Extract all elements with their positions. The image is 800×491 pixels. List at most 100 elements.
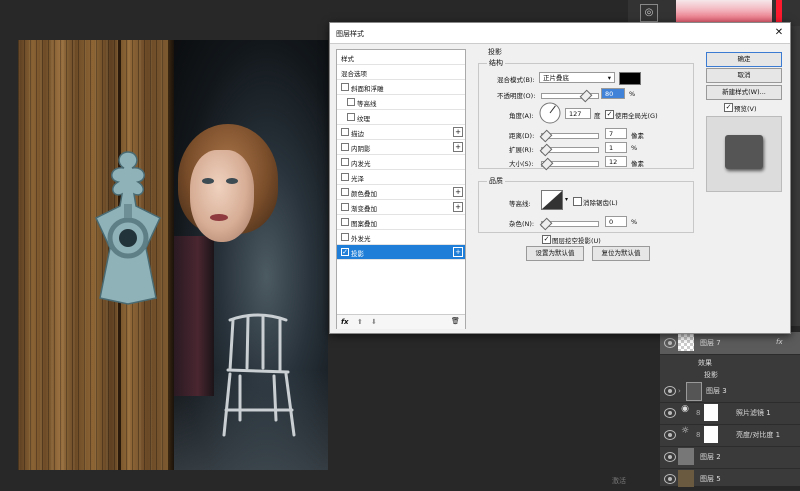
add-effect-plus-icon[interactable]: + [453, 127, 463, 137]
style-item-outer-glow[interactable]: 外发光 [337, 230, 465, 245]
layer-row[interactable]: ☼ 8 亮度/对比度 1 [660, 424, 800, 447]
style-checkbox-checked[interactable]: ✓ [341, 248, 349, 256]
knockout-checkbox[interactable]: ✓ [542, 235, 551, 244]
layer-row[interactable]: 图层 5 [660, 468, 800, 491]
style-item-inner-glow[interactable]: 内发光 [337, 155, 465, 170]
close-icon[interactable]: ✕ [772, 26, 786, 40]
add-effect-plus-icon[interactable]: + [453, 202, 463, 212]
chain-link-icon[interactable]: 8 [696, 409, 700, 417]
dialog-title: 图层样式 [336, 30, 364, 38]
preview-checkbox[interactable]: ✓ [724, 103, 733, 112]
chain-link-icon[interactable]: 8 [696, 431, 700, 439]
contour-dropdown-icon[interactable]: ▾ [565, 196, 568, 203]
add-effect-plus-icon[interactable]: + [453, 142, 463, 152]
distance-slider[interactable] [539, 129, 599, 143]
add-effect-plus-icon[interactable]: + [453, 187, 463, 197]
style-item-inner-shadow[interactable]: 内阴影 + [337, 140, 465, 155]
global-light-checkbox[interactable]: ✓ [605, 110, 614, 119]
style-item-styles[interactable]: 样式 [337, 50, 465, 65]
opacity-slider[interactable] [541, 89, 599, 103]
ok-button[interactable]: 确定 [706, 52, 782, 67]
visibility-eye-icon[interactable] [664, 430, 676, 440]
document-canvas[interactable] [18, 40, 328, 470]
layer-name: 图层 5 [700, 475, 721, 483]
distance-slider-knob[interactable] [539, 129, 553, 143]
layer-name: 照片滤镜 1 [736, 409, 771, 417]
style-checkbox[interactable] [341, 143, 349, 151]
preview-swatch [725, 135, 763, 169]
style-checkbox[interactable] [341, 218, 349, 226]
fx-icon[interactable]: fx [776, 338, 783, 346]
style-checkbox[interactable] [341, 233, 349, 241]
visibility-eye-icon[interactable] [664, 474, 676, 484]
style-checkbox[interactable] [347, 98, 355, 106]
spread-slider-knob[interactable] [539, 143, 553, 157]
angle-dial-icon[interactable] [539, 102, 561, 124]
layer-row[interactable]: › 图层 3 [660, 380, 800, 403]
style-checkbox[interactable] [341, 188, 349, 196]
noise-input[interactable]: 0 [605, 216, 627, 227]
section-heading: 投影 [488, 48, 502, 56]
style-item-pattern-overlay[interactable]: 图案叠加 [337, 215, 465, 230]
style-checkbox[interactable] [341, 203, 349, 211]
layer-effect-dropshadow-row[interactable]: 投影 [660, 368, 800, 380]
trash-icon[interactable]: 🗑 [451, 317, 460, 325]
panel-icon[interactable]: ◎ [640, 4, 658, 22]
move-up-icon[interactable]: ⬆ [357, 318, 363, 326]
layer-name: 亮度/对比度 1 [736, 431, 781, 439]
shadow-color-swatch[interactable] [619, 72, 641, 85]
style-item-stroke[interactable]: 描边 + [337, 125, 465, 140]
color-picker-field[interactable] [676, 0, 772, 24]
style-item-contour[interactable]: 等高线 [337, 95, 465, 110]
set-default-button[interactable]: 设置为默认值 [526, 246, 584, 261]
style-item-drop-shadow[interactable]: ✓ 投影 + [337, 245, 465, 260]
size-input[interactable]: 12 [605, 156, 627, 167]
style-item-label: 渐变叠加 [351, 205, 377, 213]
style-checkbox[interactable] [341, 173, 349, 181]
move-down-icon[interactable]: ⬇ [371, 318, 377, 326]
cancel-button[interactable]: 取消 [706, 68, 782, 83]
style-checkbox[interactable] [341, 83, 349, 91]
spread-slider[interactable] [539, 143, 599, 157]
style-checkbox[interactable] [341, 128, 349, 136]
style-item-color-overlay[interactable]: 颜色叠加 + [337, 185, 465, 200]
distance-input[interactable]: 7 [605, 128, 627, 139]
blend-mode-select[interactable]: 正片叠底 [539, 72, 615, 84]
noise-slider-knob[interactable] [539, 217, 553, 231]
layer-row[interactable]: ◉ 8 照片滤镜 1 [660, 402, 800, 425]
dialog-titlebar[interactable]: 图层样式 ✕ [330, 23, 790, 44]
opacity-input[interactable]: 80 [601, 88, 625, 99]
opacity-slider-knob[interactable] [579, 89, 593, 103]
angle-input[interactable]: 127 [565, 108, 591, 119]
noise-slider[interactable] [539, 217, 599, 231]
visibility-eye-icon[interactable] [664, 408, 676, 418]
reset-default-button[interactable]: 复位为默认值 [592, 246, 650, 261]
style-item-label: 等高线 [357, 100, 377, 108]
spread-input[interactable]: 1 [605, 142, 627, 153]
layer-effects-row[interactable]: 效果 [660, 356, 800, 368]
folder-arrow-icon[interactable]: › [678, 387, 681, 395]
layer-row[interactable]: 图层 7 fx [660, 332, 800, 355]
visibility-eye-icon[interactable] [664, 338, 676, 348]
hue-slider[interactable] [776, 0, 782, 24]
structure-title: 结构 [487, 58, 505, 68]
style-checkbox[interactable] [341, 158, 349, 166]
add-effect-plus-icon[interactable]: + [453, 247, 463, 257]
style-item-satin[interactable]: 光泽 [337, 170, 465, 185]
size-slider-knob[interactable] [540, 157, 554, 171]
style-item-blending-options[interactable]: 混合选项 [337, 65, 465, 80]
visibility-eye-icon[interactable] [664, 452, 676, 462]
style-checkbox[interactable] [347, 113, 355, 121]
style-item-gradient-overlay[interactable]: 渐变叠加 + [337, 200, 465, 215]
group-folder-icon [686, 382, 702, 401]
style-item-texture[interactable]: 纹理 [337, 110, 465, 125]
style-item-bevel-emboss[interactable]: 斜面和浮雕 [337, 80, 465, 95]
fx-icon[interactable]: fx [341, 318, 349, 326]
size-slider[interactable] [540, 157, 599, 171]
layer-row[interactable]: 图层 2 [660, 446, 800, 469]
visibility-eye-icon[interactable] [664, 386, 676, 396]
antialias-checkbox[interactable] [573, 197, 582, 206]
contour-preview-icon[interactable] [541, 190, 563, 210]
style-item-label: 描边 [351, 130, 364, 138]
new-style-button[interactable]: 新建样式(W)... [706, 85, 782, 100]
